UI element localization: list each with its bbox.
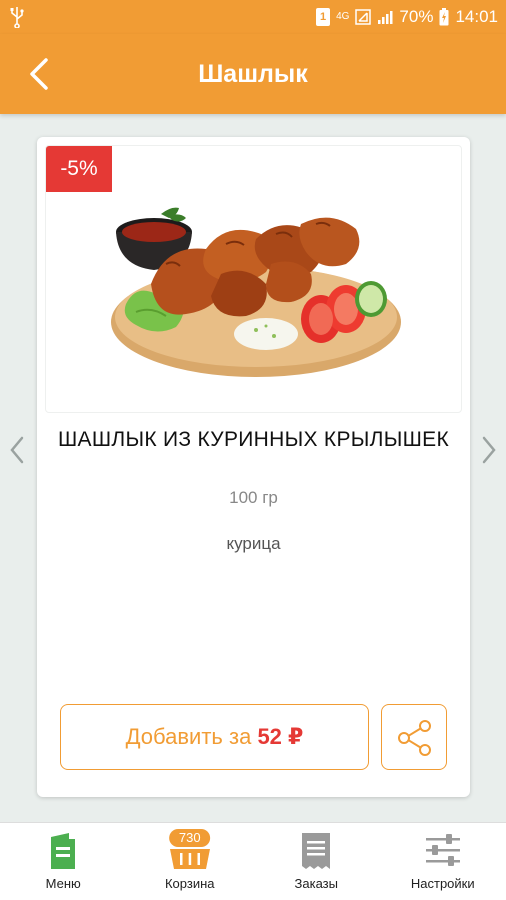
- product-image-chicken-wings: [111, 207, 401, 377]
- nav-item-orders[interactable]: Заказы: [253, 823, 380, 900]
- bottom-navigation: Меню 730 Корзина Заказы Настройки: [0, 822, 506, 900]
- add-to-cart-label: Добавить за: [125, 724, 258, 749]
- status-bar: 1 4G 70% 14:01: [0, 0, 506, 34]
- product-card: -5% ШАШЛЫК ИЗ КУРИННЫХ КРЫЛЫШЕК 100 гр к…: [37, 137, 470, 797]
- wifi-calling-icon: [355, 9, 372, 25]
- previous-item-arrow-icon[interactable]: [6, 430, 30, 470]
- product-price: 52 ₽: [257, 724, 304, 749]
- back-arrow-icon[interactable]: [18, 52, 62, 96]
- nav-item-menu[interactable]: Меню: [0, 823, 127, 900]
- add-to-cart-button[interactable]: Добавить за 52 ₽: [60, 704, 369, 770]
- app-toolbar: Шашлык: [0, 34, 506, 114]
- product-name: ШАШЛЫК ИЗ КУРИННЫХ КРЫЛЫШЕК: [57, 428, 449, 451]
- signal-icon: [378, 11, 393, 24]
- sim-card-icon: 1: [316, 8, 331, 26]
- usb-icon: [10, 7, 24, 28]
- next-item-arrow-icon[interactable]: [476, 430, 500, 470]
- nav-item-settings[interactable]: Настройки: [380, 823, 506, 900]
- battery-percent: 70%: [399, 7, 434, 26]
- clock: 14:01: [455, 7, 498, 26]
- share-icon: [398, 720, 431, 756]
- battery-charging-icon: [439, 8, 449, 26]
- receipt-icon: [302, 833, 331, 869]
- page-title: Шашлык: [198, 60, 308, 88]
- cart-total-badge: 730: [168, 829, 211, 847]
- share-button[interactable]: [381, 704, 447, 770]
- nav-item-cart[interactable]: 730 Корзина: [127, 823, 254, 900]
- nav-label-settings: Настройки: [410, 876, 475, 891]
- nav-label-menu: Меню: [45, 876, 81, 891]
- product-description: курица: [226, 534, 281, 553]
- nav-label-orders: Заказы: [294, 876, 338, 891]
- product-image-frame: -5%: [45, 145, 462, 413]
- network-type-indicator: 4G: [336, 11, 350, 22]
- nav-label-cart: Корзина: [164, 876, 215, 891]
- product-weight: 100 гр: [229, 488, 278, 507]
- discount-badge: -5%: [46, 146, 112, 192]
- menu-icon: [51, 833, 76, 869]
- settings-sliders-icon: [425, 834, 460, 866]
